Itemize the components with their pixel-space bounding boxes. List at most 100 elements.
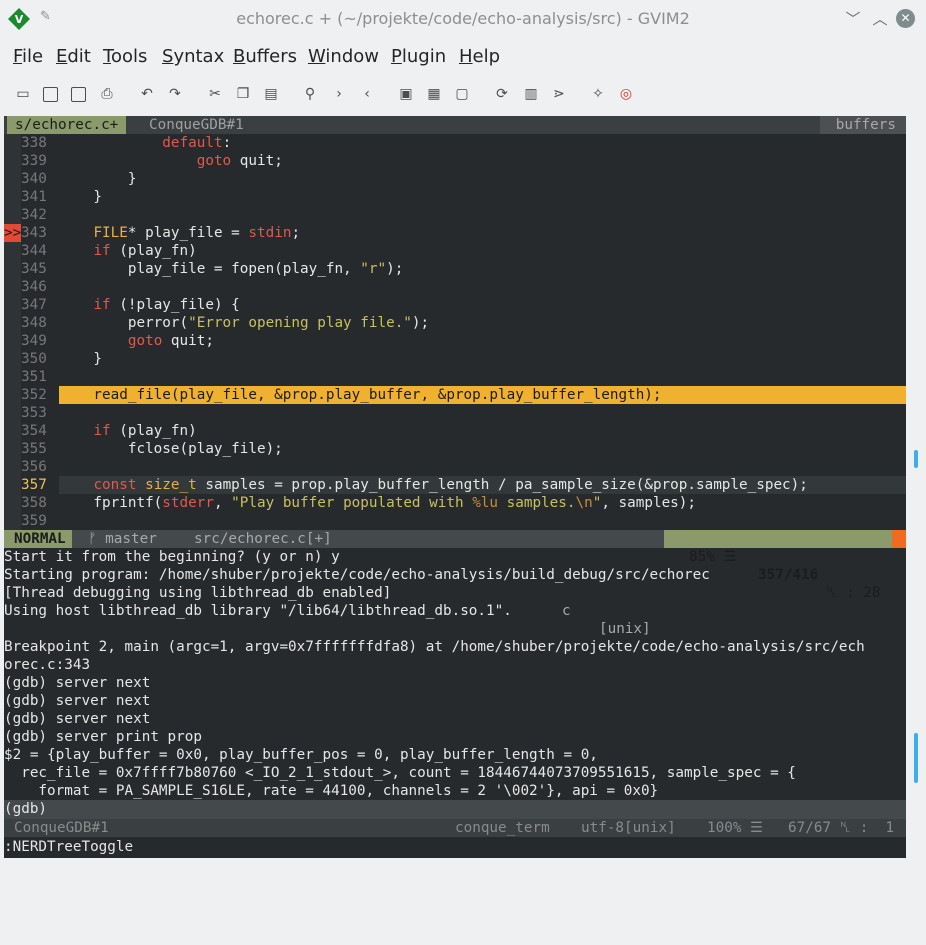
tags-icon[interactable]: ⋗ xyxy=(549,84,569,104)
gdb-prompt: (gdb) xyxy=(4,801,48,817)
find-icon[interactable]: ⚲ xyxy=(300,84,320,104)
terminal-line: Breakpoint 2, main (argc=1, argv=0x7ffff… xyxy=(4,639,865,655)
terminal-status-line: ConqueGDB#1 conque_term utf-8[unix] 100%… xyxy=(4,819,906,837)
make-icon[interactable]: ⟳ xyxy=(492,84,512,104)
git-branch: ᚠ master xyxy=(88,531,157,547)
menu-edit[interactable]: Edit xyxy=(56,46,91,67)
terminal-line: (gdb) server next xyxy=(4,711,151,727)
terminal-line: Using host libthread_db library "/lib64/… xyxy=(4,603,512,619)
code-line[interactable]: 340 } xyxy=(4,170,906,188)
menu-syntax[interactable]: Syntax xyxy=(162,46,224,67)
open-icon[interactable]: ▭ xyxy=(13,84,33,104)
code-line[interactable]: 358 fprintf(stderr, "Play buffer populat… xyxy=(4,494,906,512)
sign-column xyxy=(4,134,21,152)
code-text: if (play_fn) xyxy=(93,423,197,439)
code-line[interactable]: >> 343 FILE* play_file = stdin; xyxy=(4,224,906,242)
find-prev-icon[interactable]: ‹ xyxy=(357,84,377,104)
code-line[interactable]: 342 xyxy=(4,206,906,224)
code-line[interactable]: 341 } xyxy=(4,188,906,206)
code-line[interactable]: 339 goto quit; xyxy=(4,152,906,170)
tab-conquegdb[interactable]: ConqueGDB#1 xyxy=(149,116,244,134)
line-number: 340 xyxy=(21,171,47,187)
menu-bar: File Edit Tools Syntax Buffers Window Pl… xyxy=(0,42,926,72)
code-pane[interactable]: 338 default: 339 goto quit; 340 } 341 } 342 >… xyxy=(4,134,906,530)
code-line[interactable]: 344 if (play_fn) xyxy=(4,242,906,260)
code-line[interactable]: 338 default: xyxy=(4,134,906,152)
code-line[interactable]: 356 xyxy=(4,458,906,476)
tab-echorec[interactable]: s/echorec.c+ xyxy=(7,116,127,134)
paste-icon[interactable]: ▤ xyxy=(261,84,281,104)
line-number: 356 xyxy=(21,459,47,475)
code-line[interactable]: 348 perror("Error opening play file."); xyxy=(4,314,906,332)
terminal-scroll-thumb[interactable] xyxy=(914,733,918,783)
code-line[interactable]: 355 fclose(play_file); xyxy=(4,440,906,458)
code-line[interactable]: 346 xyxy=(4,278,906,296)
code-line[interactable]: 354 if (play_fn) xyxy=(4,422,906,440)
save-icon[interactable] xyxy=(40,84,60,104)
load-session-icon[interactable]: ▣ xyxy=(396,84,416,104)
sign-column xyxy=(4,422,21,440)
menu-window[interactable]: Window xyxy=(308,46,379,67)
sign-column xyxy=(4,260,21,278)
code-line[interactable]: 359 xyxy=(4,512,906,530)
gdb-prompt-line[interactable]: (gdb) xyxy=(4,800,906,819)
command-line[interactable]: :NERDTreeToggle xyxy=(4,837,906,858)
code-line[interactable]: 351 xyxy=(4,368,906,386)
menu-plugin[interactable]: Plugin xyxy=(391,46,446,67)
menu-tools[interactable]: Tools xyxy=(103,46,147,67)
scrollbar[interactable] xyxy=(906,116,926,858)
line-number: 353 xyxy=(21,405,47,421)
maximize-icon[interactable]: ︿ xyxy=(870,8,890,29)
toolbar: ▭ ⎙ ↶ ↷ ✂ ❐ ▤ ⚲ › ‹ ▣ ▦ ▢ ⟳ ▥ ⋗ ✧ ◎ xyxy=(0,80,926,110)
sign-column xyxy=(4,152,21,170)
terminal-encoding: utf-8[unix] xyxy=(581,820,676,836)
code-line[interactable]: 350 } xyxy=(4,350,906,368)
line-number: 349 xyxy=(21,333,47,349)
minimize-icon[interactable]: ﹀ xyxy=(843,8,863,29)
sign-column xyxy=(4,206,21,224)
line-number: 341 xyxy=(21,189,47,205)
line-number: 352 xyxy=(21,387,47,403)
sign-column xyxy=(4,350,21,368)
gdb-terminal[interactable]: Start it from the beginning? (y or n) y S… xyxy=(4,548,906,804)
code-line[interactable]: 345 play_file = fopen(play_fn, "r"); xyxy=(4,260,906,278)
code-line[interactable]: 347 if (!play_file) { xyxy=(4,296,906,314)
find-next-icon[interactable]: › xyxy=(329,84,349,104)
help-icon[interactable]: ◎ xyxy=(616,84,636,104)
line-number: 355 xyxy=(21,441,47,457)
run-script-icon[interactable]: ▢ xyxy=(452,84,472,104)
buffers-label[interactable]: buffers xyxy=(819,116,906,134)
code-text: FILE* play_file = stdin; xyxy=(93,225,301,241)
code-line[interactable]: 353 xyxy=(4,404,906,422)
redo-icon[interactable]: ↷ xyxy=(165,84,185,104)
window-title: echorec.c + (~/projekte/code/echo-analys… xyxy=(236,9,690,28)
print-icon[interactable]: ⎙ xyxy=(97,84,117,104)
close-icon[interactable]: ✕ xyxy=(896,9,915,28)
save-all-icon[interactable] xyxy=(68,84,88,104)
menu-file[interactable]: File xyxy=(13,46,43,67)
save-session-icon[interactable]: ▦ xyxy=(424,84,444,104)
code-text: } xyxy=(59,171,137,187)
menu-buffers[interactable]: Buffers xyxy=(233,46,297,67)
vim-editor[interactable]: s/echorec.c+ ConqueGDB#1 buffers 338 def… xyxy=(4,116,906,858)
shell-icon[interactable]: ▥ xyxy=(521,84,541,104)
terminal-line: Starting program: /home/shuber/projekte/… xyxy=(4,567,710,583)
code-text: if (play_fn) xyxy=(93,243,197,259)
code-scroll-thumb[interactable] xyxy=(914,450,918,468)
copy-icon[interactable]: ❐ xyxy=(233,84,253,104)
sign-column xyxy=(4,188,21,206)
code-line[interactable]: 352 read_file(play_file, &prop.play_buff… xyxy=(4,386,906,404)
line-number: 339 xyxy=(21,153,47,169)
cut-icon[interactable]: ✂ xyxy=(205,84,225,104)
line-number: 338 xyxy=(21,135,47,151)
terminal-line: orec.c:343 xyxy=(4,657,91,673)
code-line[interactable]: 349 goto quit; xyxy=(4,332,906,350)
tag-jump-icon[interactable]: ✧ xyxy=(588,84,608,104)
sign-column xyxy=(4,494,21,512)
undo-icon[interactable]: ↶ xyxy=(137,84,157,104)
menu-help[interactable]: Help xyxy=(459,46,500,67)
code-line[interactable]: 357 const size_t samples = prop.play_buf… xyxy=(4,476,906,494)
